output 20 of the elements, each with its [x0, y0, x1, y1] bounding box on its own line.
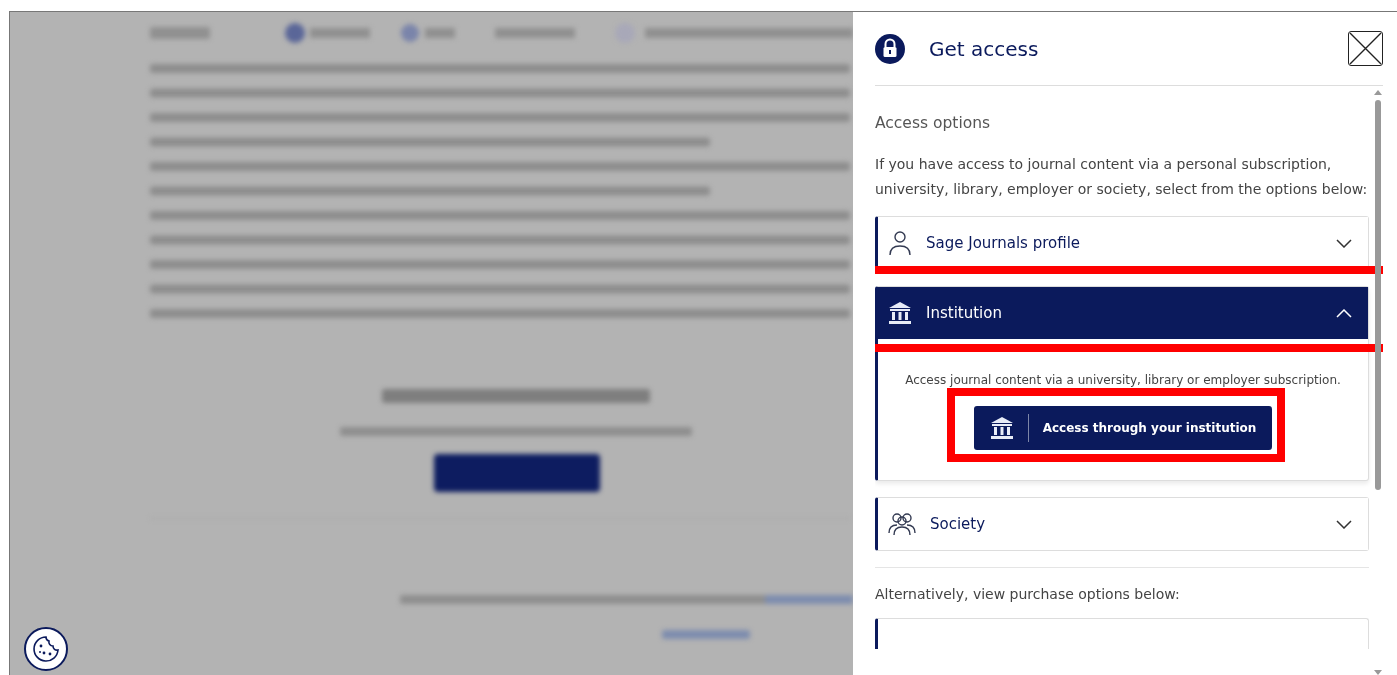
chevron-down-icon — [1336, 238, 1352, 248]
institution-icon — [989, 416, 1014, 440]
panel-title: Get access — [929, 36, 1040, 61]
section-heading: Access options — [875, 114, 992, 132]
chevron-down-icon — [1336, 519, 1352, 529]
lock-icon — [875, 33, 905, 64]
chevron-up-icon — [1336, 308, 1352, 318]
institution-icon — [888, 301, 912, 325]
cookie-icon — [32, 635, 60, 663]
scrollbar[interactable] — [1373, 90, 1383, 675]
close-icon — [1349, 32, 1382, 65]
purchase-intro-text: Alternatively, view purchase options below: — [875, 586, 1181, 602]
cookie-settings-button[interactable] — [24, 627, 68, 671]
access-option-header[interactable]: Institution — [878, 287, 1368, 339]
institution-access-button[interactable]: Access through your institution — [973, 406, 1273, 450]
close-button[interactable] — [1348, 31, 1383, 66]
option-description: Access journal content via a university, library or employer subscription. — [905, 373, 1341, 387]
person-icon — [888, 230, 912, 256]
people-icon — [888, 512, 916, 536]
intro-text: If you have access to journal content via a personal subscription, university, library, employer or society, select from the options below: — [875, 155, 1369, 199]
